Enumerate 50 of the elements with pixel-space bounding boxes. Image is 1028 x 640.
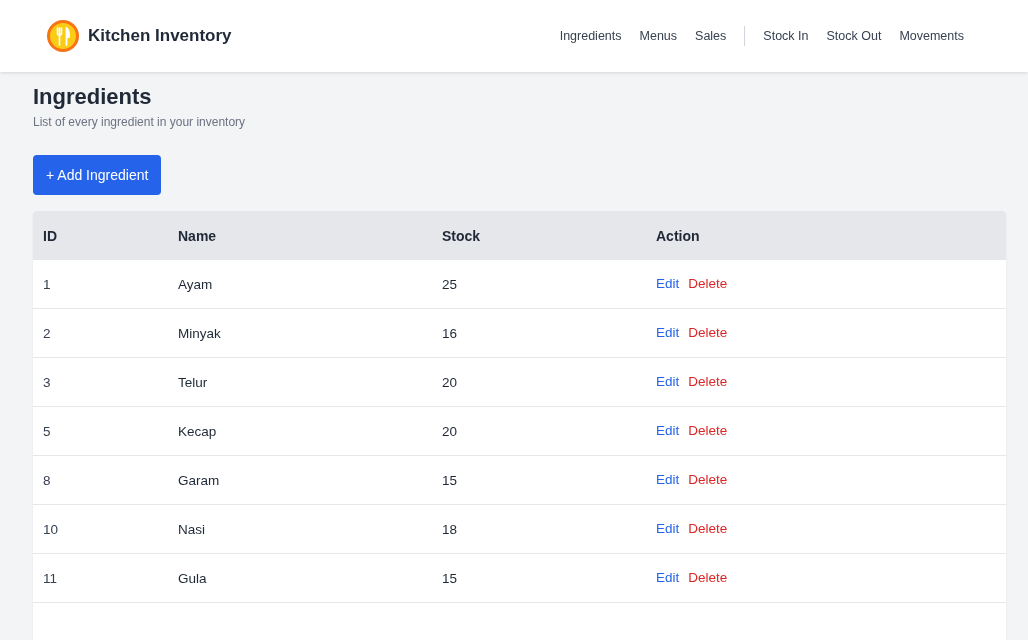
name-cell: Ayam [178, 277, 213, 292]
fork-knife-logo-icon [47, 20, 79, 52]
column-header: Action [656, 227, 700, 244]
app-title: Kitchen Inventory [88, 25, 232, 48]
name-cell: Garam [178, 473, 220, 488]
delete-link[interactable]: Delete [688, 469, 728, 491]
edit-link[interactable]: Edit [656, 322, 680, 344]
id-cell: 10 [43, 522, 59, 537]
stock-cell: 20 [442, 375, 458, 390]
nav-link[interactable]: Stock In [763, 26, 809, 46]
id-cell: 3 [43, 375, 51, 390]
edit-link[interactable]: Edit [656, 371, 680, 393]
edit-link[interactable]: Edit [656, 420, 680, 442]
name-cell: Nasi [178, 522, 205, 537]
name-cell: Minyak [178, 326, 221, 341]
nav-link[interactable]: Sales [695, 26, 727, 46]
stock-cell: 18 [442, 522, 458, 537]
nav-link[interactable]: Movements [899, 26, 964, 46]
stock-cell: 16 [442, 326, 458, 341]
id-cell: 8 [43, 473, 51, 488]
stock-cell: 15 [442, 571, 458, 586]
edit-link[interactable]: Edit [656, 273, 680, 295]
delete-link[interactable]: Delete [688, 322, 728, 344]
name-cell: Gula [178, 571, 207, 586]
id-cell: 11 [43, 571, 57, 586]
delete-link[interactable]: Delete [688, 371, 728, 393]
delete-link[interactable]: Delete [688, 567, 728, 589]
edit-link[interactable]: Edit [656, 518, 680, 540]
stock-cell: 25 [442, 277, 458, 292]
column-header: Stock [442, 227, 481, 244]
add-ingredient-button[interactable]: + Add Ingredient [33, 155, 162, 195]
nav-link[interactable]: Ingredients [559, 26, 622, 46]
page-subtitle: List of every ingredient in your inventory [33, 114, 247, 130]
edit-link[interactable]: Edit [656, 469, 680, 491]
delete-link[interactable]: Delete [688, 273, 728, 295]
name-cell: Telur [178, 375, 208, 390]
page-title: Ingredients [33, 83, 153, 111]
nav-link[interactable]: Stock Out [826, 26, 882, 46]
column-header: ID [43, 227, 57, 244]
name-cell: Kecap [178, 424, 217, 439]
column-header: Name [178, 227, 217, 244]
id-cell: 2 [43, 326, 51, 341]
nav-link[interactable]: Menus [639, 26, 678, 46]
delete-link[interactable]: Delete [688, 420, 728, 442]
stock-cell: 15 [442, 473, 458, 488]
id-cell: 1 [43, 277, 51, 292]
stock-cell: 20 [442, 424, 458, 439]
delete-link[interactable]: Delete [688, 518, 728, 540]
edit-link[interactable]: Edit [656, 567, 680, 589]
id-cell: 5 [43, 424, 51, 439]
